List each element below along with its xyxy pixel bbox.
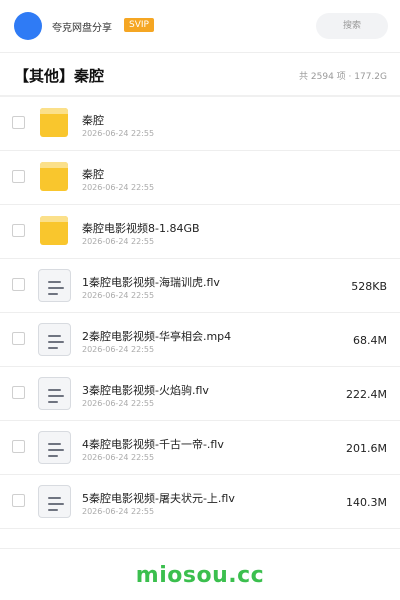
file-row[interactable]: 3秦腔电影视频-火焰驹.flv 2026-06-24 22:55 222.4M (0, 367, 400, 421)
file-name: 3秦腔电影视频-火焰驹.flv (82, 384, 209, 397)
file-date: 2026-06-24 22:55 (82, 291, 155, 300)
user-name: 夸克网盘分享 (52, 23, 112, 34)
watermark-text: miosou.cc (135, 563, 265, 588)
document-icon (38, 269, 71, 302)
folder-icon (38, 108, 70, 138)
file-row[interactable]: 4秦腔电影视频-千古一帝-.flv 2026-06-24 22:55 201.6… (0, 421, 400, 475)
document-icon (38, 323, 71, 356)
document-icon (38, 431, 71, 464)
file-name: 秦腔电影视频8-1.84GB (82, 222, 200, 235)
file-size: 201.6M (346, 442, 387, 455)
title-row: 【其他】秦腔 共 2594 项 · 177.2G (0, 53, 400, 95)
file-row[interactable]: 秦腔电影视频8-1.84GB 2026-06-24 22:55 (0, 205, 400, 259)
search-button[interactable]: 搜索 (316, 13, 388, 39)
file-date: 2026-06-24 22:55 (82, 453, 155, 462)
file-row[interactable]: 秦腔 2026-06-24 22:55 (0, 97, 400, 151)
row-checkbox[interactable] (12, 386, 25, 399)
file-list: 秦腔 2026-06-24 22:55 秦腔 2026-06-24 22:55 … (0, 97, 400, 529)
file-date: 2026-06-24 22:55 (82, 507, 155, 516)
row-checkbox[interactable] (12, 170, 25, 183)
file-date: 2026-06-24 22:55 (82, 399, 155, 408)
file-date: 2026-06-24 22:55 (82, 237, 155, 246)
avatar[interactable] (14, 12, 42, 40)
file-row[interactable]: 5秦腔电影视频-屠夫状元-上.flv 2026-06-24 22:55 140.… (0, 475, 400, 529)
file-size: 140.3M (346, 496, 387, 509)
file-name: 秦腔 (82, 114, 104, 127)
file-name: 1秦腔电影视频-海瑞训虎.flv (82, 276, 220, 289)
row-checkbox[interactable] (12, 278, 25, 291)
file-row[interactable]: 2秦腔电影视频-华亭相会.mp4 2026-06-24 22:55 68.4M (0, 313, 400, 367)
file-name: 2秦腔电影视频-华亭相会.mp4 (82, 330, 232, 343)
page-title: 【其他】秦腔 (14, 67, 105, 85)
item-count-summary: 共 2594 项 · 177.2G (299, 72, 387, 82)
footer-divider (0, 548, 400, 549)
header-bar: 夸克网盘分享 SVIP 搜索 (0, 0, 400, 52)
file-size: 528KB (351, 280, 387, 293)
document-icon (38, 377, 71, 410)
row-checkbox[interactable] (12, 332, 25, 345)
file-row[interactable]: 1秦腔电影视频-海瑞训虎.flv 2026-06-24 22:55 528KB (0, 259, 400, 313)
file-date: 2026-06-24 22:55 (82, 183, 155, 192)
row-checkbox[interactable] (12, 116, 25, 129)
file-date: 2026-06-24 22:55 (82, 129, 155, 138)
row-checkbox[interactable] (12, 224, 25, 237)
folder-icon (38, 216, 70, 246)
folder-icon (38, 162, 70, 192)
document-icon (38, 485, 71, 518)
row-checkbox[interactable] (12, 440, 25, 453)
file-size: 68.4M (353, 334, 387, 347)
file-name: 秦腔 (82, 168, 104, 181)
file-name: 4秦腔电影视频-千古一帝-.flv (82, 438, 224, 451)
row-checkbox[interactable] (12, 494, 25, 507)
svip-badge: SVIP (124, 18, 154, 32)
file-size: 222.4M (346, 388, 387, 401)
file-row[interactable]: 秦腔 2026-06-24 22:55 (0, 151, 400, 205)
file-name: 5秦腔电影视频-屠夫状元-上.flv (82, 492, 235, 505)
file-date: 2026-06-24 22:55 (82, 345, 155, 354)
